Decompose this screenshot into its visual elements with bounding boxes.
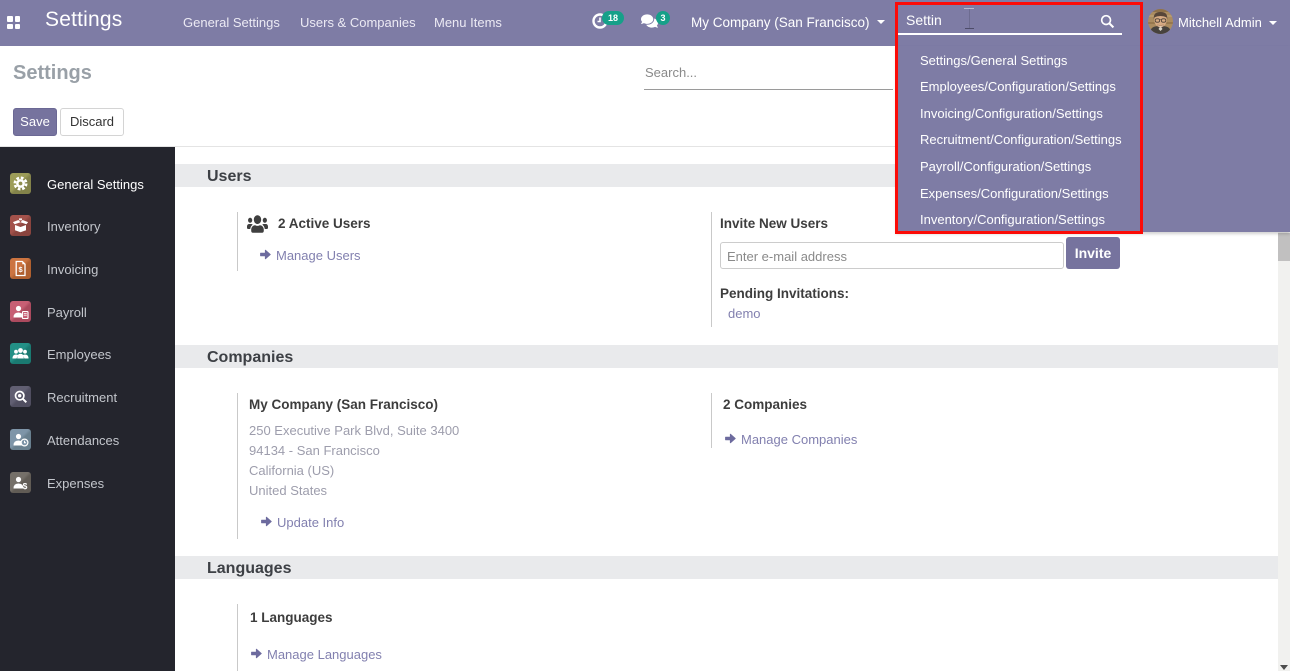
svg-text:$: $: [23, 481, 28, 491]
svg-text:$: $: [19, 265, 24, 274]
